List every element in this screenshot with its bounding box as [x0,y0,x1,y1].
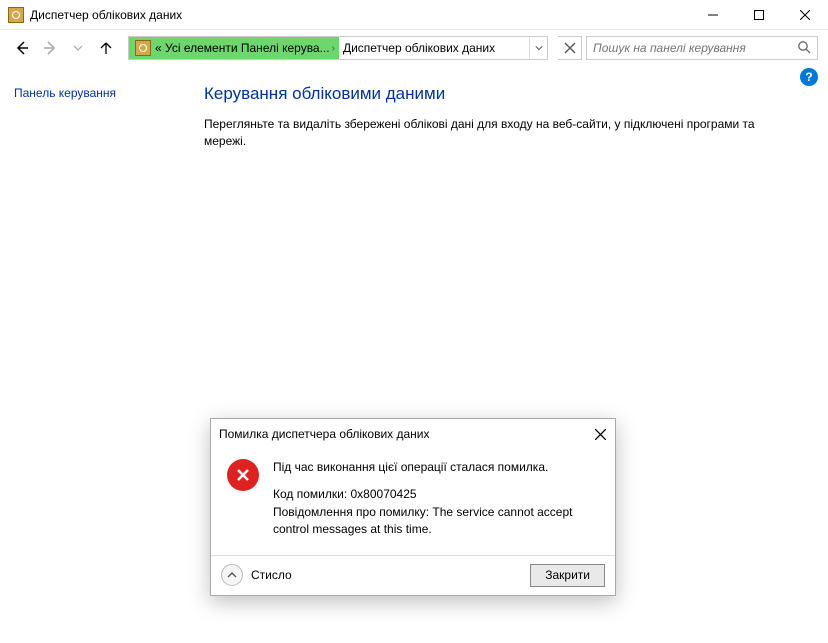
search-icon[interactable] [797,40,811,57]
chevron-down-icon [535,44,543,52]
close-button[interactable] [782,0,828,30]
page-description: Перегляньте та видаліть збережені обліко… [204,116,784,150]
error-message-line: Повідомлення про помилку: The service ca… [273,504,599,539]
details-label: Стисло [251,568,530,582]
error-code-label: Код помилки: [273,487,347,501]
minimize-button[interactable] [690,0,736,30]
error-code-line: Код помилки: 0x80070425 [273,486,599,503]
address-dropdown[interactable] [529,37,547,59]
page-heading: Керування обліковими даними [204,84,784,104]
chevron-down-icon [73,43,83,53]
dialog-close-action[interactable]: Закрити [530,564,605,587]
close-icon [800,10,810,20]
up-button[interactable] [94,36,118,60]
help-button[interactable]: ? [800,68,818,86]
recent-dropdown[interactable] [66,36,90,60]
error-dialog: Помилка диспетчера облікових даних Під ч… [210,418,616,596]
dialog-close-button[interactable] [585,419,615,449]
search-input[interactable] [593,41,797,55]
breadcrumb-root-label: Усі елементи Панелі керува... [165,41,330,55]
app-icon [8,7,24,23]
dialog-footer: Стисло Закрити [211,555,615,595]
error-code-value: 0x80070425 [351,487,417,501]
minimize-icon [708,10,718,20]
sidebar: Панель керування [14,84,204,150]
breadcrumb-current[interactable]: Диспетчер облікових даних [339,41,529,55]
breadcrumb-root[interactable]: « Усі елементи Панелі керува... › [129,37,339,59]
up-icon [98,40,114,56]
content-area: ? Панель керування Керування обліковими … [0,66,828,150]
back-button[interactable] [10,36,34,60]
forward-icon [41,39,59,57]
address-bar[interactable]: « Усі елементи Панелі керува... › Диспет… [128,36,548,60]
search-box[interactable] [586,36,818,60]
window-title: Диспетчер облікових даних [30,8,690,22]
refresh-button[interactable] [558,36,582,60]
breadcrumb-current-label: Диспетчер облікових даних [343,41,495,55]
dialog-text: Під час виконання цієї операції сталася … [273,459,599,539]
dialog-title: Помилка диспетчера облікових даних [219,427,585,441]
error-message-label: Повідомлення про помилку: [273,505,429,519]
chevron-up-icon [227,570,237,580]
breadcrumb-prefix: « [155,41,162,55]
dialog-titlebar[interactable]: Помилка диспетчера облікових даних [211,419,615,449]
maximize-button[interactable] [736,0,782,30]
maximize-icon [754,10,764,20]
error-icon [227,459,259,491]
main-panel: Керування обліковими даними Перегляньте … [204,84,814,150]
close-icon [595,429,606,440]
close-icon [564,42,576,54]
control-panel-home-link[interactable]: Панель керування [14,86,116,100]
error-headline: Під час виконання цієї операції сталася … [273,459,599,476]
titlebar: Диспетчер облікових даних [0,0,828,30]
navbar: « Усі елементи Панелі керува... › Диспет… [0,30,828,66]
forward-button[interactable] [38,36,62,60]
dialog-body: Під час виконання цієї операції сталася … [211,449,615,555]
chevron-right-icon: › [332,43,335,54]
window-controls [690,0,828,30]
back-icon [13,39,31,57]
details-toggle[interactable] [221,564,243,586]
control-panel-icon [135,40,151,56]
